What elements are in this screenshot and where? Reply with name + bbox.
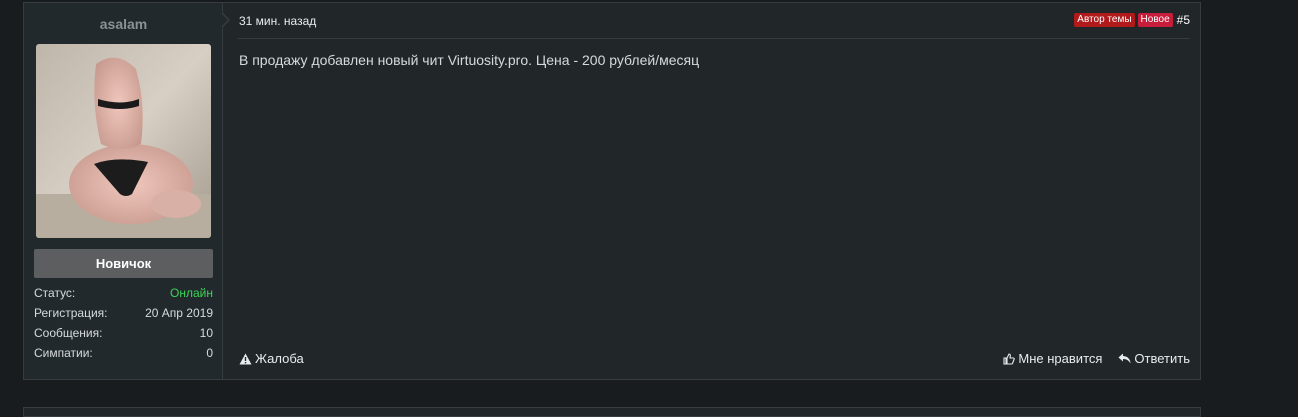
thumbs-up-icon bbox=[1003, 352, 1016, 365]
user-info-panel: asalam Новичок Статус: Онлайн Регистраци… bbox=[24, 3, 223, 379]
post-time[interactable]: 31 мин. назад bbox=[239, 14, 316, 28]
post-number-link[interactable]: #5 bbox=[1177, 13, 1190, 27]
reply-icon bbox=[1118, 353, 1131, 364]
stat-label: Симпатии: bbox=[34, 346, 93, 360]
stat-registration: Регистрация: 20 Апр 2019 bbox=[34, 303, 213, 323]
stat-value: 20 Апр 2019 bbox=[145, 306, 213, 320]
warning-icon bbox=[239, 353, 252, 364]
post-footer: Жалоба Мне нравится Ответить bbox=[238, 351, 1190, 369]
avatar-image bbox=[36, 44, 211, 238]
reply-label: Ответить bbox=[1134, 351, 1190, 366]
new-badge: Новое bbox=[1137, 13, 1173, 27]
username[interactable]: asalam bbox=[24, 16, 223, 32]
stat-label: Регистрация: bbox=[34, 306, 108, 320]
stat-label: Статус: bbox=[34, 286, 76, 300]
user-rank-badge: Новичок bbox=[34, 249, 213, 278]
user-stats: Статус: Онлайн Регистрация: 20 Апр 2019 … bbox=[34, 283, 213, 363]
forum-post: asalam Новичок Статус: Онлайн Регистраци… bbox=[23, 2, 1201, 380]
stat-value: 0 bbox=[206, 346, 213, 360]
report-button[interactable]: Жалоба bbox=[239, 351, 304, 366]
avatar[interactable] bbox=[36, 44, 211, 238]
post-main: 31 мин. назад Автор темы Новое #5 В прод… bbox=[238, 3, 1190, 379]
stat-likes: Симпатии: 0 bbox=[34, 343, 213, 363]
stat-messages: Сообщения: 10 bbox=[34, 323, 213, 343]
stat-value: 10 bbox=[199, 326, 213, 340]
report-label: Жалоба bbox=[255, 351, 304, 366]
like-label: Мне нравится bbox=[1018, 351, 1103, 366]
stat-status: Статус: Онлайн bbox=[34, 283, 213, 303]
stat-value: Онлайн bbox=[170, 286, 213, 300]
author-badge: Автор темы bbox=[1074, 13, 1135, 27]
user-panel-arrow bbox=[222, 13, 230, 27]
next-post-container bbox=[23, 407, 1201, 417]
post-meta: 31 мин. назад Автор темы Новое #5 bbox=[238, 13, 1190, 39]
stat-label: Сообщения: bbox=[34, 326, 103, 340]
post-meta-right: Автор темы Новое #5 bbox=[1074, 13, 1190, 27]
post-body: В продажу добавлен новый чит Virtuosity.… bbox=[239, 52, 700, 68]
like-button[interactable]: Мне нравится bbox=[1003, 351, 1102, 366]
reply-button[interactable]: Ответить bbox=[1118, 351, 1190, 366]
post-actions: Мне нравится Ответить bbox=[1003, 351, 1190, 366]
